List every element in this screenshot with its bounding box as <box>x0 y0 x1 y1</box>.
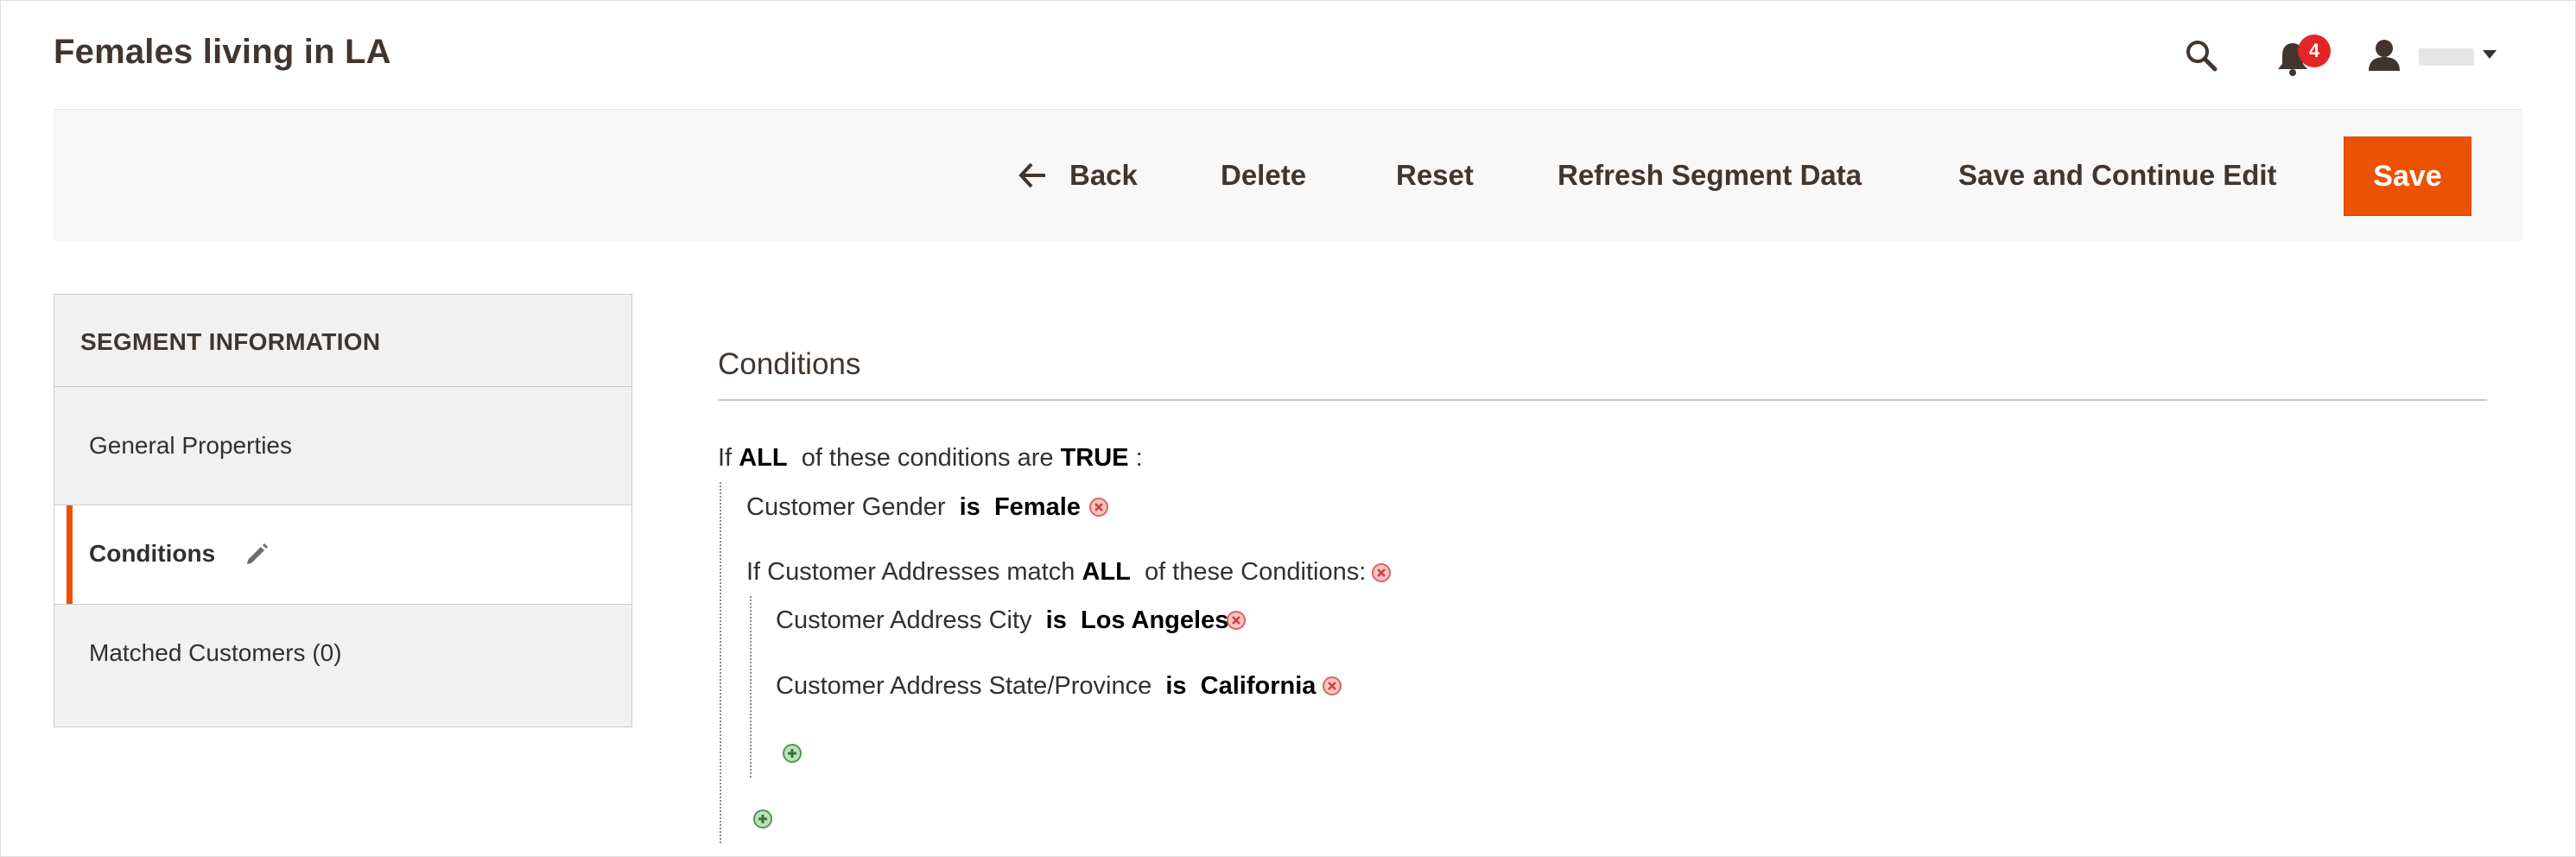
sidebar-item-label: General Properties <box>89 432 293 459</box>
group-suffix: of these Conditions: <box>1144 558 1367 586</box>
condition-operator[interactable]: is <box>1046 606 1067 634</box>
caret-down-icon <box>2483 50 2497 59</box>
remove-icon[interactable] <box>1322 676 1342 696</box>
root-prefix: If <box>718 444 733 472</box>
add-icon[interactable] <box>752 809 773 829</box>
condition-attribute: Customer Address State/Province <box>776 672 1152 700</box>
root-value-select[interactable]: TRUE <box>1061 444 1129 472</box>
delete-button[interactable]: Delete <box>1221 159 1306 192</box>
pencil-icon <box>247 543 268 564</box>
notification-count-badge: 4 <box>2298 35 2331 67</box>
user-name <box>2419 48 2474 66</box>
save-and-continue-button[interactable]: Save and Continue Edit <box>1958 159 2277 192</box>
group-prefix: If Customer Addresses match <box>746 558 1075 586</box>
sidebar-item-conditions[interactable]: Conditions <box>54 505 631 605</box>
reset-button[interactable]: Reset <box>1396 159 1474 192</box>
save-button[interactable]: Save <box>2344 136 2471 216</box>
refresh-segment-data-button[interactable]: Refresh Segment Data <box>1558 159 1862 192</box>
active-tab-indicator <box>67 505 73 604</box>
condition-value[interactable]: Los Angeles <box>1081 606 1228 634</box>
search-icon[interactable] <box>2184 38 2218 73</box>
sidebar-item-label: Conditions <box>89 540 216 567</box>
conditions-title: Conditions <box>718 347 861 381</box>
add-icon[interactable] <box>782 743 803 764</box>
sidebar-item-general-properties[interactable]: General Properties <box>54 387 631 505</box>
arrow-left-icon[interactable] <box>1018 161 1049 190</box>
sidebar-item-label: Matched Customers (0) <box>89 639 342 666</box>
condition-gender: Customer Gender is Female <box>746 493 1081 522</box>
group-tree-line <box>750 596 752 778</box>
page-title: Females living in LA <box>54 33 391 71</box>
group-aggregator-select[interactable]: ALL <box>1082 558 1130 586</box>
remove-icon[interactable] <box>1226 610 1247 631</box>
section-divider <box>718 399 2487 401</box>
sidebar-heading: SEGMENT INFORMATION <box>80 328 381 355</box>
condition-attribute: Customer Gender <box>746 493 946 521</box>
user-icon <box>2369 40 2400 71</box>
root-suffix: : <box>1135 444 1143 472</box>
condition-attribute: Customer Address City <box>776 606 1032 634</box>
root-aggregator-select[interactable]: ALL <box>739 444 787 472</box>
sidebar-item-matched-customers[interactable]: Matched Customers (0) <box>54 605 631 726</box>
condition-value[interactable]: Female <box>994 493 1081 521</box>
root-condition: If ALL of these conditions are TRUE : <box>718 444 1143 473</box>
remove-icon[interactable] <box>1088 497 1109 517</box>
root-middle-text: of these conditions are <box>801 444 1054 472</box>
condition-value[interactable]: California <box>1201 672 1317 700</box>
condition-operator[interactable]: is <box>960 493 980 521</box>
root-tree-line <box>720 482 721 843</box>
condition-city: Customer Address City is Los Angeles <box>776 606 1228 635</box>
back-button[interactable]: Back <box>1069 159 1138 192</box>
condition-operator[interactable]: is <box>1165 672 1186 700</box>
condition-state: Customer Address State/Province is Calif… <box>776 672 1316 701</box>
condition-address-group: If Customer Addresses match ALL of these… <box>746 558 1366 587</box>
remove-icon[interactable] <box>1371 562 1392 583</box>
